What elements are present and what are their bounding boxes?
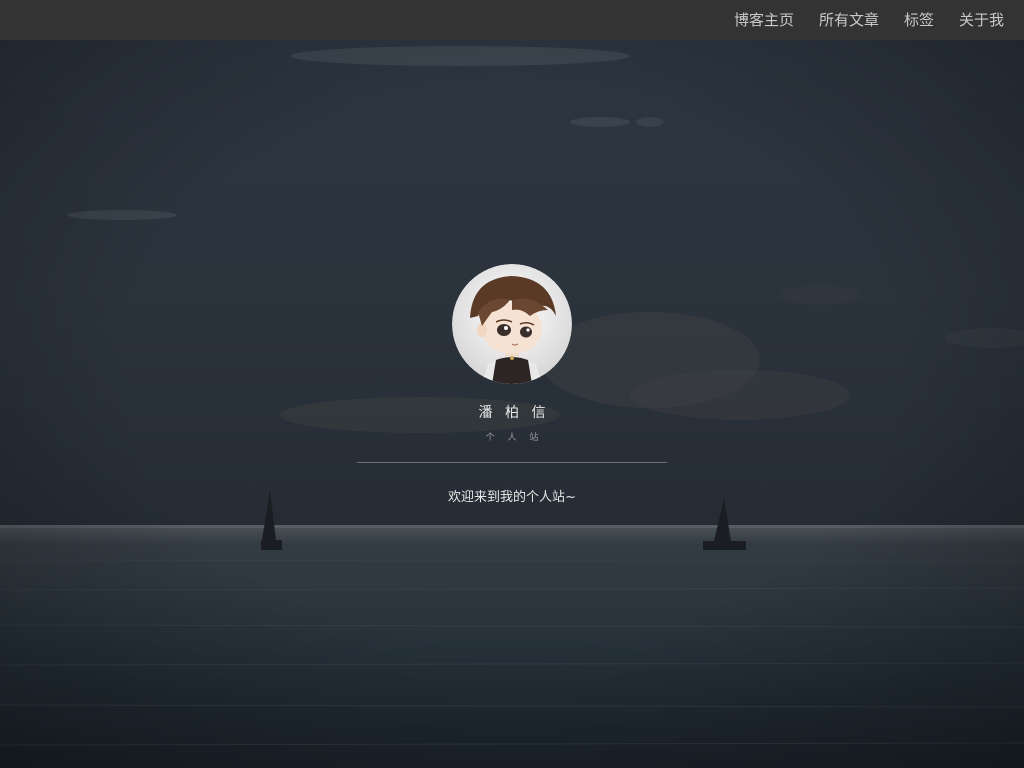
profile-name: 潘 柏 信: [478, 405, 550, 421]
nav-link-all-articles[interactable]: 所有文章: [819, 0, 879, 40]
nav-link-tags[interactable]: 标签: [904, 0, 934, 40]
avatar[interactable]: [452, 264, 572, 384]
nav-link-about-me[interactable]: 关于我: [959, 0, 1004, 40]
profile-subtitle: 个 人 站: [485, 433, 544, 443]
landing-page: 博客主页 所有文章 标签 关于我 潘 柏 信 个 人 站 欢迎来到我的个人站~: [0, 0, 1024, 768]
nav-link-blog-home[interactable]: 博客主页: [734, 0, 794, 40]
main-nav: 博客主页 所有文章 标签 关于我: [734, 0, 1004, 40]
top-nav-bar: 博客主页 所有文章 标签 关于我: [0, 0, 1024, 40]
profile-divider: [357, 462, 667, 463]
welcome-message: 欢迎来到我的个人站~: [448, 490, 576, 505]
profile-section: 潘 柏 信 个 人 站 欢迎来到我的个人站~: [0, 264, 1024, 505]
